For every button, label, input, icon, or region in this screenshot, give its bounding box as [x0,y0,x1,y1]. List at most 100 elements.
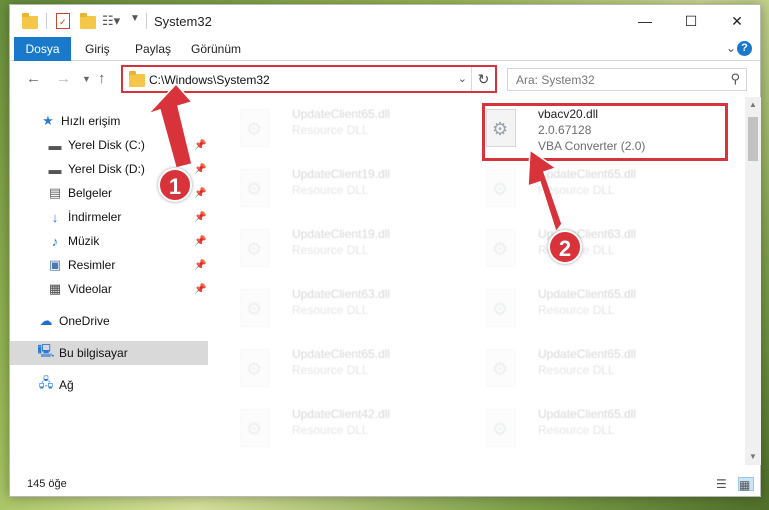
file-name: UpdateClient63.dll [292,287,391,301]
sidebar-item-label: Ağ [59,378,74,392]
file-type: Resource DLL [292,183,369,197]
folder-icon [22,13,38,29]
callout-1-badge: 1 [158,168,192,202]
file-item[interactable]: ⚙ UpdateClient63.dll Resource DLL [230,281,466,339]
sidebar-item-downloads[interactable]: ↓ İndirmeler 📌 [10,205,208,229]
maximize-icon: ☐ [684,12,698,29]
pin-icon: 📌 [194,187,207,199]
pin-icon: 📌 [194,259,207,271]
details-view-icon[interactable]: ☰ [716,477,732,491]
file-name: UpdateClient19.dll [292,167,391,181]
file-item[interactable]: ⚙ UpdateClient65.dll Resource DLL [230,341,466,399]
sidebar-item-disk-c[interactable]: ▬ Yerel Disk (C:) 📌 [10,133,208,157]
sidebar-item-videos[interactable]: ▦ Videolar 📌 [10,277,208,301]
star-icon: ★ [42,113,54,128]
dll-file-icon: ⚙ [486,169,516,207]
close-icon: ✕ [731,12,743,29]
maximize-button[interactable]: ☐ [668,5,714,37]
file-highlight-box [482,103,728,161]
pin-icon: 📌 [194,139,207,151]
computer-icon: 🖳 [37,343,55,358]
file-name: UpdateClient42.dll [292,407,391,421]
sidebar-item-pictures[interactable]: ▣ Resimler 📌 [10,253,208,277]
new-folder-icon[interactable] [80,13,96,29]
up-button[interactable]: ↑ [98,70,106,87]
chevron-down-icon: ▼ [82,74,91,84]
item-count: 145 öğe [27,478,67,490]
drive-icon: ▬ [48,137,62,153]
address-dropdown-icon[interactable]: ⌄ [458,72,467,85]
cloud-icon: ☁ [39,313,53,328]
navigation-pane: ★ Hızlı erişim ▬ Yerel Disk (C:) 📌 ▬ Yer… [10,97,208,465]
search-icon[interactable]: ⚲ [730,71,740,87]
tab-file[interactable]: Dosya [14,37,71,61]
search-input[interactable]: Ara: System32 ⚲ [507,68,747,91]
file-type: Resource DLL [292,363,369,377]
sidebar-item-label: Yerel Disk (D:) [68,162,145,176]
ribbon-tabs: Dosya Giriş Paylaş Görünüm ⌄ ? [10,37,760,61]
network-icon: 🖧 [38,375,54,390]
properties-icon[interactable]: ✓ [56,13,70,29]
dll-file-icon: ⚙ [240,169,270,207]
file-item[interactable]: ⚙ UpdateClient19.dll Resource DLL [230,221,466,279]
dll-file-icon: ⚙ [486,229,516,267]
file-item[interactable]: ⚙ UpdateClient65.dll Resource DLL [230,101,466,159]
toolbar-dropdown-icon[interactable]: ▼ [130,13,140,24]
sidebar-item-label: Hızlı erişim [61,114,121,128]
refresh-icon: ↻ [477,70,490,87]
file-name: UpdateClient65.dll [292,107,391,121]
address-path[interactable]: C:\Windows\System32 [149,73,270,87]
status-bar: 145 öğe ☰ ▦ [10,473,760,497]
address-bar[interactable]: C:\Windows\System32 ⌄ ↻ [121,65,497,93]
minimize-icon: — [638,13,652,29]
dll-file-icon: ⚙ [240,109,270,147]
file-name: UpdateClient65.dll [292,347,391,361]
dll-file-icon: ⚙ [240,229,270,267]
recent-locations-button[interactable]: ▼ [82,74,91,84]
file-list: ⚙ UpdateClient65.dll Resource DLL ⚙ Upda… [220,97,744,465]
customize-toolbar-icon[interactable]: ☷▾ [102,13,120,29]
forward-button[interactable]: → [56,70,71,87]
scroll-down-icon[interactable]: ▼ [745,449,761,465]
vertical-scrollbar[interactable]: ▲ ▼ [745,97,761,465]
drive-icon: ▬ [48,161,62,177]
back-button[interactable]: ← [26,70,41,87]
scroll-up-icon[interactable]: ▲ [745,97,761,113]
file-item[interactable]: ⚙ UpdateClient65.dll Resource DLL [476,161,712,219]
sidebar-item-onedrive[interactable]: ☁ OneDrive [10,309,208,333]
tab-home[interactable]: Giriş [85,42,110,56]
ribbon-expand-icon[interactable]: ⌄ [726,41,736,55]
sidebar-item-label: Videolar [68,282,112,296]
file-item[interactable]: ⚙ UpdateClient42.dll Resource DLL [230,401,466,459]
sidebar-item-music[interactable]: ♪ Müzik 📌 [10,229,208,253]
arrow-up-icon: ↑ [98,70,106,87]
tiles-view-icon[interactable]: ▦ [738,477,754,492]
title-bar: ✓ ☷▾ ▼ System32 — ☐ ✕ [10,5,760,37]
documents-icon: ▤ [48,185,62,200]
file-type: Resource DLL [538,423,615,437]
file-item[interactable]: ⚙ UpdateClient65.dll Resource DLL [476,401,712,459]
file-item[interactable]: ⚙ UpdateClient65.dll Resource DLL [476,341,712,399]
pictures-icon: ▣ [48,257,62,272]
refresh-button[interactable]: ↻ [471,67,495,91]
dll-file-icon: ⚙ [240,289,270,327]
file-item[interactable]: ⚙ UpdateClient65.dll Resource DLL [476,281,712,339]
tab-view[interactable]: Görünüm [191,42,241,56]
sidebar-item-label: OneDrive [59,314,110,328]
quick-access-toolbar [22,13,38,29]
pin-icon: 📌 [194,235,207,247]
dll-file-icon: ⚙ [486,409,516,447]
minimize-button[interactable]: — [622,5,668,37]
sidebar-item-quick-access[interactable]: ★ Hızlı erişim [10,109,208,133]
pin-icon: 📌 [194,283,207,295]
tab-share[interactable]: Paylaş [135,42,171,56]
help-icon[interactable]: ? [737,41,752,56]
sidebar-item-label: Resimler [68,258,116,272]
file-item[interactable]: ⚙ UpdateClient19.dll Resource DLL [230,161,466,219]
file-type: Resource DLL [538,303,615,317]
sidebar-item-this-pc[interactable]: 🖳 Bu bilgisayar [10,341,208,365]
file-item[interactable]: ⚙ UpdateClient63.dll Resource DLL [476,221,712,279]
scrollbar-thumb[interactable] [748,117,758,161]
sidebar-item-network[interactable]: 🖧 Ağ [10,373,208,397]
close-button[interactable]: ✕ [714,5,760,37]
